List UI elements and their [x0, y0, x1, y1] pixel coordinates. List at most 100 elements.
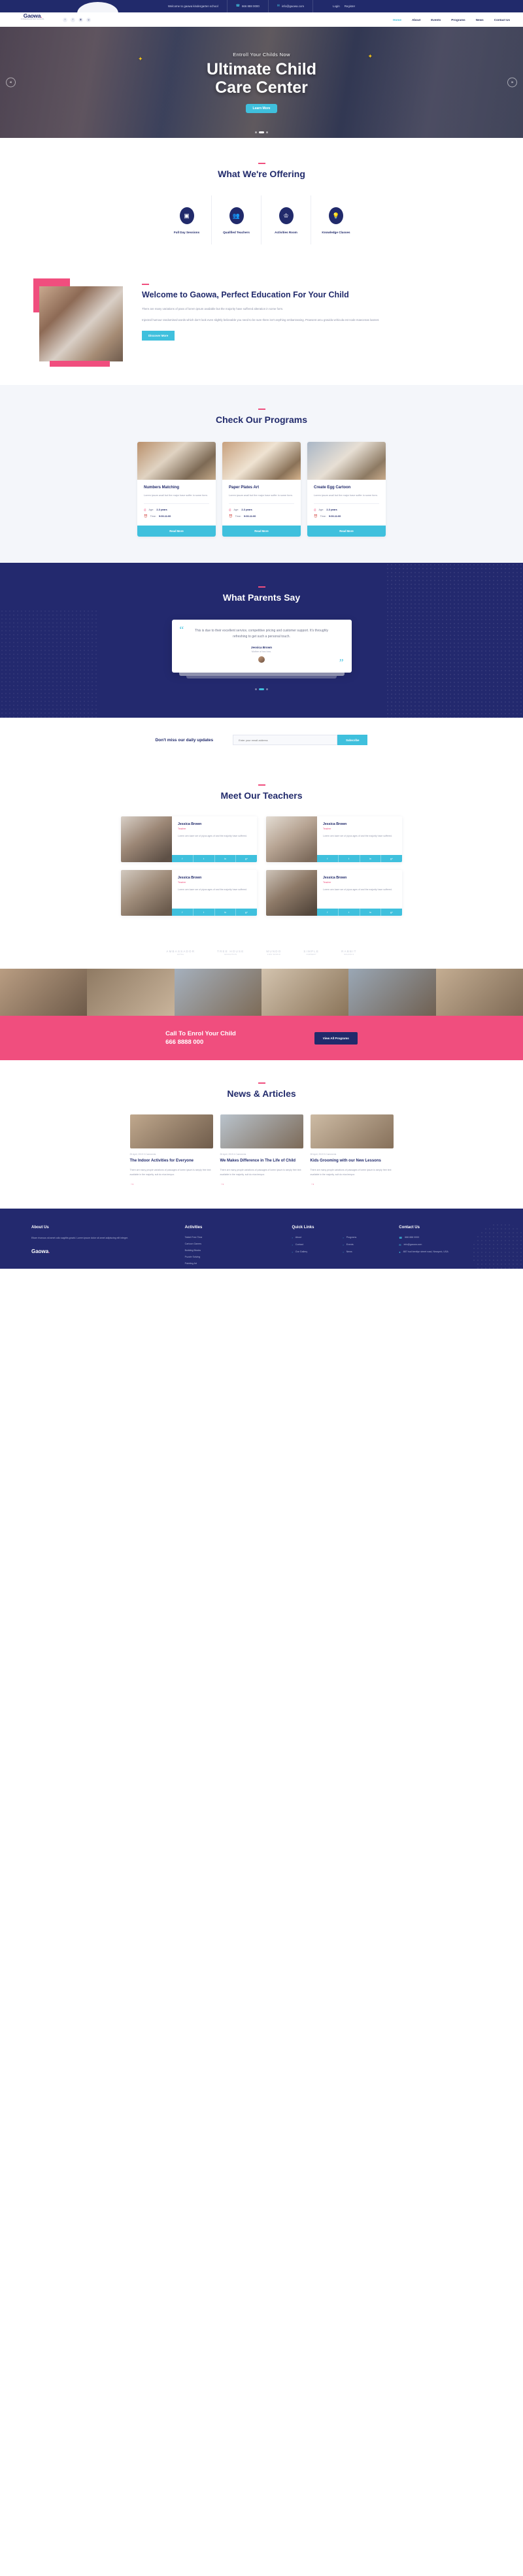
- facebook-icon[interactable]: f: [317, 855, 339, 863]
- program-card[interactable]: Create Egg Cartoon Lorem ipsum avail but…: [307, 442, 386, 537]
- hero-learn-more-button[interactable]: Learn More: [245, 104, 278, 113]
- newsletter-subscribe-button[interactable]: Subscribe: [337, 735, 368, 746]
- program-image: [307, 442, 386, 480]
- offering-card-activities[interactable]: ♔ Activities Room: [262, 195, 311, 244]
- brand-name: AMBASSADOR: [166, 950, 195, 954]
- arrow-right-icon[interactable]: →: [130, 1182, 213, 1186]
- google-plus-icon[interactable]: g+: [236, 855, 257, 863]
- footer-link[interactable]: › Our Gallery: [292, 1250, 333, 1254]
- rocking-horse-icon: ♔: [278, 207, 294, 224]
- program-read-more-button[interactable]: Read More: [307, 525, 386, 537]
- brand-logo: MUNDO KIDS WORLD: [266, 950, 281, 956]
- hero-next-button[interactable]: »: [507, 77, 517, 88]
- google-plus-icon[interactable]: g+: [381, 855, 402, 863]
- linkedin-icon[interactable]: in: [360, 909, 382, 916]
- footer-link[interactable]: › News: [343, 1250, 384, 1254]
- twitter-icon[interactable]: t: [193, 855, 215, 863]
- nav-item-programs[interactable]: Programs: [451, 18, 465, 22]
- footer-link[interactable]: Tablet Free Time: [185, 1236, 278, 1239]
- gallery-photo[interactable]: [348, 969, 436, 1016]
- program-card[interactable]: Paper Plates Art Lorem ipsum avail but t…: [222, 442, 301, 537]
- facebook-icon[interactable]: f: [172, 909, 194, 916]
- nav-item-about[interactable]: About: [412, 18, 420, 22]
- age-icon: ⏱: [229, 508, 231, 512]
- nav-item-contact[interactable]: Contact Us: [494, 18, 510, 22]
- nav-item-home[interactable]: Home: [393, 18, 401, 22]
- teacher-card[interactable]: Jessica Brown Teacher Lorem oen loare se…: [121, 870, 257, 916]
- hero-dot-3[interactable]: [266, 131, 268, 133]
- linkedin-icon[interactable]: in: [214, 855, 237, 863]
- footer-link[interactable]: › Events: [343, 1243, 384, 1246]
- footer-link[interactable]: Cartoon Games: [185, 1243, 278, 1245]
- instagram-icon[interactable]: ▣: [78, 17, 83, 22]
- testimonial-dot-3[interactable]: [266, 688, 268, 691]
- footer-link[interactable]: › Contact: [292, 1243, 333, 1246]
- google-plus-icon[interactable]: g+: [381, 909, 402, 916]
- login-link[interactable]: Login: [333, 0, 340, 12]
- arrow-right-icon[interactable]: →: [220, 1182, 303, 1186]
- age-label: Age:: [233, 509, 239, 512]
- footer-link[interactable]: › About: [292, 1236, 333, 1239]
- topbar-auth: Login Register: [312, 0, 363, 12]
- section-dash: [258, 586, 265, 588]
- footer-link[interactable]: Painting Art: [185, 1262, 278, 1265]
- twitter-icon[interactable]: t: [338, 855, 360, 863]
- topbar-email-text: info@gaowa.com: [282, 5, 304, 8]
- hero-dot-1[interactable]: [255, 131, 257, 133]
- nav-item-events[interactable]: Events: [431, 18, 441, 22]
- gallery-photo[interactable]: [174, 969, 262, 1016]
- offering-card-full-day[interactable]: ▣ Full Day Sessions: [162, 195, 212, 244]
- footer-contact-phone[interactable]: ☎ 666 888 0000: [399, 1236, 492, 1239]
- program-read-more-button[interactable]: Read More: [137, 525, 216, 537]
- footer-contact-email[interactable]: ✉ info@gaowa.com: [399, 1243, 492, 1246]
- quote-open-icon: “: [179, 624, 184, 635]
- newsletter-email-input[interactable]: [233, 735, 338, 746]
- topbar-phone[interactable]: ☎ 666 888 0000: [226, 0, 268, 12]
- program-card[interactable]: Numbers Matching Lorem ipsum avail but t…: [137, 442, 216, 537]
- linkedin-icon[interactable]: in: [360, 855, 382, 863]
- twitter-icon[interactable]: t: [193, 909, 215, 916]
- gallery-photo[interactable]: [0, 969, 88, 1016]
- news-card[interactable]: 26 April, 2019 4 Comments We Makes Diffe…: [220, 1114, 303, 1186]
- testimonial-slider-dots: [0, 688, 523, 691]
- google-plus-icon[interactable]: g: [86, 17, 91, 22]
- brand-logo: RABBIT SCHOOLS: [341, 950, 356, 956]
- twitter-icon[interactable]: t: [63, 17, 67, 22]
- facebook-icon[interactable]: f: [172, 855, 194, 863]
- mail-icon: ✉: [399, 1243, 401, 1246]
- gallery-photo[interactable]: [261, 969, 349, 1016]
- teacher-card[interactable]: Jessica Brown Teacher Lorem oen loare se…: [266, 816, 402, 863]
- testimonial-dot-2[interactable]: [259, 688, 264, 691]
- offering-card-knowledge[interactable]: 💡 Knowledge Classes: [311, 195, 361, 244]
- facebook-icon[interactable]: f: [317, 909, 339, 916]
- footer-link[interactable]: Building Blocks: [185, 1249, 278, 1252]
- footer-link[interactable]: › Programs: [343, 1236, 384, 1239]
- program-read-more-button[interactable]: Read More: [222, 525, 301, 537]
- news-card[interactable]: 25 April, 2019 3 Comments The Indoor Act…: [129, 1114, 213, 1186]
- linkedin-icon[interactable]: in: [214, 909, 237, 916]
- facebook-icon[interactable]: f: [71, 17, 75, 22]
- welcome-paragraph-2: Injected humour randomised words which d…: [142, 318, 380, 322]
- nav-item-news[interactable]: News: [476, 18, 484, 22]
- site-logo[interactable]: Gaowa. KINDERGARTEN SCHOOL: [14, 7, 51, 26]
- testimonial-dot-1[interactable]: [255, 688, 257, 691]
- hero-dot-2[interactable]: [259, 131, 264, 133]
- teacher-card[interactable]: Jessica Brown Teacher Lorem oen loare se…: [121, 816, 257, 863]
- testimonial-heading: What Parents Say: [0, 586, 523, 603]
- discover-more-button[interactable]: Discover More: [142, 331, 175, 341]
- view-all-programs-button[interactable]: View All Programs: [314, 1031, 358, 1045]
- arrow-right-icon[interactable]: →: [311, 1182, 394, 1186]
- hero-prev-button[interactable]: «: [6, 77, 16, 88]
- register-link[interactable]: Register: [345, 0, 355, 12]
- teacher-name: Jessica Brown: [323, 822, 347, 827]
- offering-card-teachers[interactable]: 👥 Qualified Teachers: [212, 195, 262, 244]
- google-plus-icon[interactable]: g+: [236, 909, 257, 916]
- footer-link[interactable]: Puzzle Solving: [185, 1256, 278, 1258]
- gallery-photo[interactable]: [435, 969, 523, 1016]
- testimonial-role: Mother of two lovs.: [251, 650, 272, 654]
- teacher-card[interactable]: Jessica Brown Teacher Lorem oen loare se…: [266, 870, 402, 916]
- twitter-icon[interactable]: t: [338, 909, 360, 916]
- gallery-photo[interactable]: [87, 969, 175, 1016]
- news-card[interactable]: 28 April, 2019 5 Comments Kids Grooming …: [310, 1114, 394, 1186]
- topbar-email[interactable]: ✉ info@gaowa.com: [267, 0, 312, 12]
